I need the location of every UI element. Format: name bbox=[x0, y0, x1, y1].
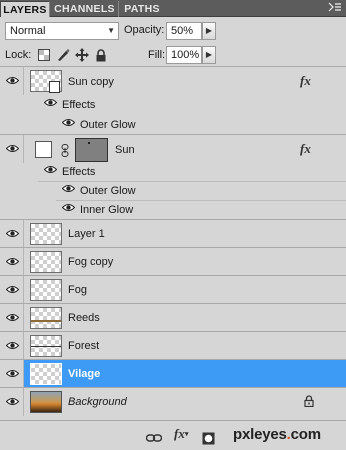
fill-input[interactable]: 100% bbox=[166, 46, 202, 64]
eye-icon bbox=[6, 145, 19, 152]
eye-icon[interactable] bbox=[44, 98, 57, 107]
layer-name: Sun copy bbox=[68, 76, 114, 88]
effects-row[interactable]: Effects bbox=[0, 95, 346, 115]
visibility-toggle[interactable] bbox=[0, 276, 24, 303]
layer-name: Layer 1 bbox=[68, 228, 105, 240]
eye-icon bbox=[6, 342, 19, 349]
layer-thumbnail bbox=[30, 251, 62, 273]
effects-label: Effects bbox=[62, 99, 96, 111]
watermark: pxleyes.com bbox=[233, 426, 321, 443]
eye-icon bbox=[6, 258, 19, 265]
effect-outer-glow[interactable]: Outer Glow bbox=[0, 181, 346, 201]
layer-vilage[interactable]: Vilage bbox=[0, 360, 346, 387]
fill-label: Fill: bbox=[148, 49, 166, 61]
layer-thumbnail bbox=[30, 307, 62, 329]
visibility-toggle[interactable] bbox=[0, 248, 24, 275]
layer-effects-icon[interactable]: fx bbox=[300, 73, 311, 89]
visibility-toggle[interactable] bbox=[0, 332, 24, 359]
layer-background[interactable]: Background bbox=[0, 388, 346, 416]
layer-name: Vilage bbox=[68, 368, 101, 380]
effect-inner-glow[interactable]: Inner Glow bbox=[0, 200, 346, 220]
link-layers-icon[interactable] bbox=[146, 431, 162, 445]
layer-layer-1[interactable]: Layer 1 bbox=[0, 220, 346, 247]
lock-transparent-pixels-icon[interactable] bbox=[37, 48, 51, 62]
fill-slider-toggle[interactable]: ▶ bbox=[202, 46, 216, 64]
layer-reeds[interactable]: Reeds bbox=[0, 304, 346, 331]
lock-all-icon[interactable] bbox=[94, 48, 108, 62]
opacity-input[interactable]: 50% bbox=[166, 22, 202, 40]
effect-name: Outer Glow bbox=[80, 185, 136, 197]
eye-icon[interactable] bbox=[62, 203, 75, 212]
opacity-slider-toggle[interactable]: ▶ bbox=[202, 22, 216, 40]
eye-icon[interactable] bbox=[62, 118, 75, 127]
layer-sun-copy[interactable]: Sun copy fx bbox=[0, 67, 346, 95]
layer-thumbnail bbox=[30, 279, 62, 301]
effect-name: Outer Glow bbox=[80, 119, 136, 131]
visibility-toggle[interactable] bbox=[0, 388, 24, 416]
eye-icon bbox=[6, 77, 19, 84]
effect-name: Inner Glow bbox=[80, 204, 134, 216]
effects-row[interactable]: Effects bbox=[0, 162, 346, 182]
visibility-toggle[interactable] bbox=[0, 220, 24, 247]
effect-outer-glow[interactable]: Outer Glow bbox=[0, 115, 346, 135]
panel-tab-bar: LAYERS CHANNELS PATHS bbox=[0, 0, 346, 17]
layer-name: Sun bbox=[115, 144, 135, 156]
effects-label: Effects bbox=[62, 166, 96, 178]
layer-forest[interactable]: Forest bbox=[0, 332, 346, 359]
eye-icon bbox=[6, 230, 19, 237]
blend-opacity-row: Normal ▼ Opacity: 50% ▶ bbox=[0, 17, 346, 43]
tab-channels[interactable]: CHANNELS bbox=[51, 1, 119, 17]
layer-name: Background bbox=[68, 396, 127, 408]
tab-paths[interactable]: PATHS bbox=[120, 1, 164, 17]
visibility-toggle[interactable] bbox=[0, 360, 24, 387]
lock-position-icon[interactable] bbox=[75, 48, 89, 62]
lock-fill-row: Lock: Fill: 100% ▶ bbox=[0, 43, 346, 67]
lock-image-pixels-icon[interactable] bbox=[56, 48, 70, 62]
layer-thumbnail bbox=[30, 391, 62, 413]
layers-list: Sun copy fx Effects Outer Glow Sun fx Ef… bbox=[0, 67, 346, 420]
visibility-toggle[interactable] bbox=[0, 304, 24, 331]
visibility-toggle[interactable] bbox=[0, 135, 24, 163]
layer-sun[interactable]: Sun fx bbox=[0, 135, 346, 163]
add-layer-style-icon[interactable]: fx ▾ bbox=[174, 426, 188, 441]
layer-fog-copy[interactable]: Fog copy bbox=[0, 248, 346, 275]
chevron-down-icon: ▼ bbox=[107, 26, 115, 35]
layer-thumbnail bbox=[30, 335, 62, 357]
eye-icon bbox=[6, 314, 19, 321]
eye-icon bbox=[6, 398, 19, 405]
smart-object-badge-icon bbox=[49, 81, 60, 93]
eye-icon bbox=[6, 370, 19, 377]
blend-mode-value: Normal bbox=[10, 25, 46, 37]
layer-thumbnail bbox=[30, 223, 62, 245]
lock-icon bbox=[304, 395, 314, 410]
link-chain-icon[interactable] bbox=[61, 144, 69, 160]
eye-icon[interactable] bbox=[44, 165, 57, 174]
layer-name: Reeds bbox=[68, 312, 100, 324]
panel-menu-icon[interactable] bbox=[328, 1, 342, 18]
tab-layers[interactable]: LAYERS bbox=[0, 1, 50, 17]
eye-icon bbox=[6, 286, 19, 293]
layer-fog[interactable]: Fog bbox=[0, 276, 346, 303]
layer-effects-icon[interactable]: fx bbox=[300, 141, 311, 157]
lock-label: Lock: bbox=[5, 49, 32, 61]
layer-name: Fog bbox=[68, 284, 87, 296]
layer-thumbnail bbox=[30, 363, 62, 385]
opacity-label: Opacity: bbox=[124, 24, 165, 36]
layer-mask-thumbnail[interactable] bbox=[75, 138, 108, 162]
layer-name: Forest bbox=[68, 340, 100, 352]
visibility-toggle[interactable] bbox=[0, 67, 24, 95]
blend-mode-dropdown[interactable]: Normal ▼ bbox=[5, 22, 119, 40]
add-layer-mask-icon[interactable] bbox=[202, 431, 215, 445]
layer-thumbnail bbox=[35, 141, 52, 158]
layer-name: Fog copy bbox=[68, 256, 114, 268]
eye-icon[interactable] bbox=[62, 184, 75, 193]
